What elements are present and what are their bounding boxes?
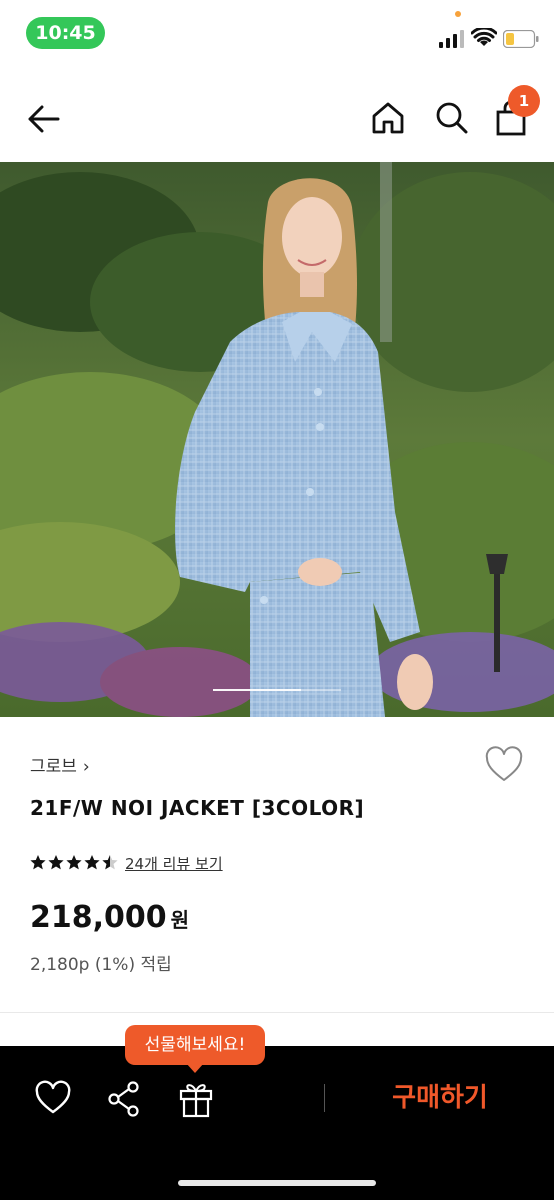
section-divider (0, 1012, 554, 1013)
brand-link[interactable]: 그로브 › (30, 752, 90, 777)
wifi-icon (471, 28, 497, 46)
cart-count-badge[interactable]: 1 (508, 85, 540, 117)
chevron-right-icon: › (82, 757, 90, 777)
gift-tooltip[interactable]: 선물해보세요! (125, 1025, 265, 1065)
price-row: 218,000 원 (30, 900, 189, 935)
share-icon[interactable] (106, 1080, 142, 1118)
product-image[interactable] (0, 162, 554, 717)
battery-low-icon (503, 30, 539, 48)
status-bar: 10:45 (0, 0, 554, 70)
privacy-dot-indicator (455, 11, 461, 17)
gift-tooltip-tail (186, 1063, 204, 1073)
back-arrow-icon[interactable] (24, 98, 66, 140)
bottom-action-bar: 구매하기 (0, 1046, 554, 1200)
status-time: 10:45 (26, 17, 105, 49)
home-indicator[interactable] (178, 1180, 376, 1186)
bottom-bar-divider (324, 1084, 325, 1112)
star-rating-icon (30, 855, 118, 870)
brand-name: 그로브 (30, 757, 77, 777)
search-icon[interactable] (432, 98, 472, 138)
top-navigation: 1 (0, 78, 554, 158)
review-count-link[interactable]: 24개 리뷰 보기 (125, 853, 223, 874)
wishlist-heart-icon[interactable] (484, 745, 524, 785)
buy-button[interactable]: 구매하기 (370, 1078, 510, 1118)
cellular-signal-icon (439, 30, 464, 48)
reward-points: 2,180p (1%) 적립 (30, 955, 172, 975)
currency-unit: 원 (170, 908, 190, 932)
heart-icon[interactable] (34, 1080, 72, 1116)
home-icon[interactable] (368, 98, 408, 138)
price-value: 218,000 (30, 900, 167, 935)
model-wearing-jacket-photo (0, 162, 554, 717)
product-title: 21F/W NOI JACKET [3COLOR] (30, 796, 365, 820)
gift-icon[interactable] (178, 1080, 214, 1118)
